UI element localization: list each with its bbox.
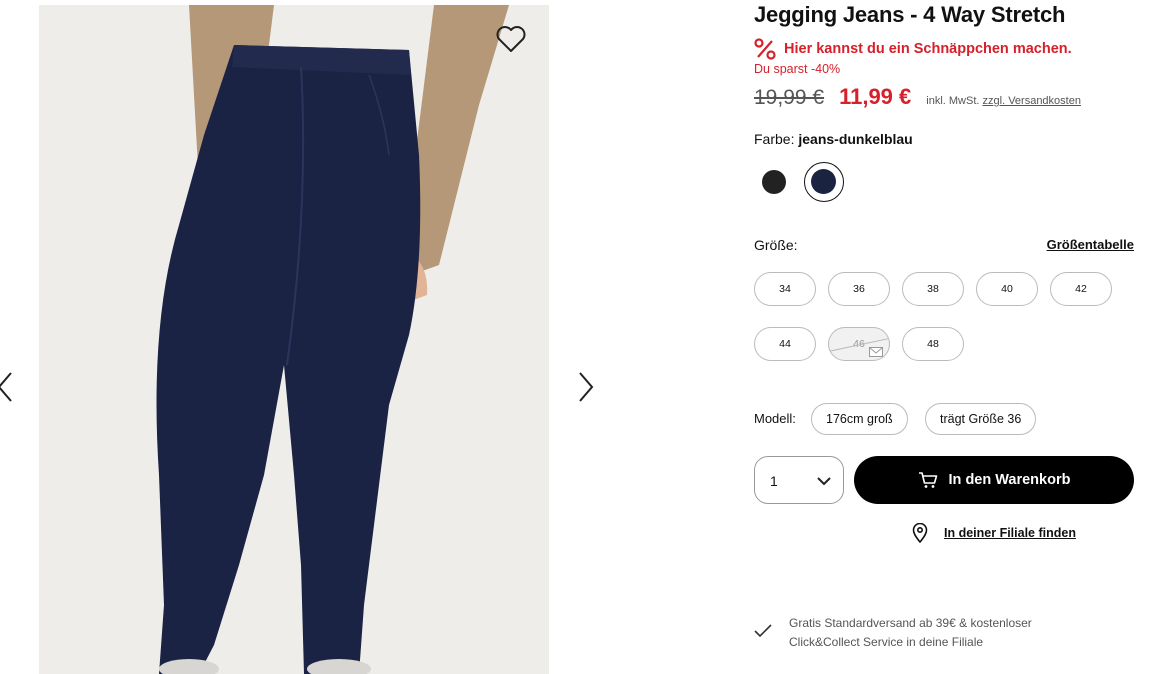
size-chart-link[interactable]: Größentabelle <box>1047 237 1134 252</box>
model-info: Modell: 176cm groß trägt Größe 36 <box>754 403 1134 435</box>
sale-price: 11,99 € <box>839 84 912 109</box>
vat-note: inkl. MwSt. zzgl. Versandkosten <box>926 95 1081 107</box>
chevron-down-icon <box>817 477 831 486</box>
swatch-navy-selected[interactable] <box>804 162 844 202</box>
color-value: jeans-dunkelblau <box>798 131 913 147</box>
size-option[interactable]: 44 <box>754 327 816 361</box>
size-option[interactable]: 42 <box>1050 272 1112 306</box>
percent-icon <box>754 38 776 60</box>
product-gallery <box>0 0 740 674</box>
chevron-right-icon[interactable] <box>575 370 599 404</box>
jeans-model-illustration <box>39 5 549 674</box>
product-title: Jegging Jeans - 4 Way Stretch <box>754 2 1066 27</box>
quantity-select[interactable]: 1 <box>754 456 844 504</box>
size-option[interactable]: 36 <box>828 272 890 306</box>
price-row: 19,99 € 11,99 € inkl. MwSt. zzgl. Versan… <box>754 84 1081 110</box>
heart-icon[interactable] <box>494 22 528 56</box>
old-price: 19,99 € <box>754 86 825 109</box>
model-size-pill: trägt Größe 36 <box>925 403 1037 435</box>
deal-banner: Hier kannst du ein Schnäppchen machen. <box>754 38 1072 60</box>
location-pin-icon <box>912 523 928 543</box>
shipping-costs-link[interactable]: zzgl. Versandkosten <box>983 95 1081 107</box>
shipping-text: Gratis Standardversand ab 39€ & kostenlo… <box>789 614 1089 652</box>
size-selector: 34 36 38 40 42 44 46 48 <box>754 272 1134 362</box>
color-label: Farbe: <box>754 131 795 147</box>
size-option[interactable]: 38 <box>902 272 964 306</box>
swatch-black[interactable] <box>762 170 786 194</box>
deal-text: Hier kannst du ein Schnäppchen machen. <box>784 41 1072 57</box>
shipping-line-1: Gratis Standardversand ab 39€ & kostenlo… <box>789 616 1032 630</box>
color-row: Farbe: jeans-dunkelblau <box>754 131 913 147</box>
model-label: Modell: <box>754 411 796 426</box>
model-height-pill: 176cm groß <box>811 403 908 435</box>
size-option-unavailable[interactable]: 46 <box>828 327 890 361</box>
cart-icon <box>918 472 937 488</box>
shipping-line-2: Click&Collect Service in deine Filiale <box>789 635 984 649</box>
size-option[interactable]: 34 <box>754 272 816 306</box>
size-label: Größe: <box>754 237 798 253</box>
vat-prefix: inkl. MwSt. <box>926 95 980 107</box>
size-option[interactable]: 48 <box>902 327 964 361</box>
find-store-label: In deiner Filiale finden <box>944 526 1076 540</box>
chevron-left-icon[interactable] <box>0 370 20 404</box>
savings-text: Du sparst -40% <box>754 62 841 76</box>
add-to-cart-label: In den Warenkorb <box>948 472 1071 488</box>
quantity-value: 1 <box>770 473 778 489</box>
color-swatches <box>754 160 954 204</box>
size-option[interactable]: 40 <box>976 272 1038 306</box>
checkmark-icon <box>754 624 772 638</box>
find-store-link[interactable]: In deiner Filiale finden <box>912 523 1076 543</box>
swatch-navy-fill <box>811 169 836 194</box>
product-photo[interactable] <box>39 5 549 674</box>
add-to-cart-button[interactable]: In den Warenkorb <box>854 456 1134 504</box>
mail-icon <box>869 347 883 357</box>
